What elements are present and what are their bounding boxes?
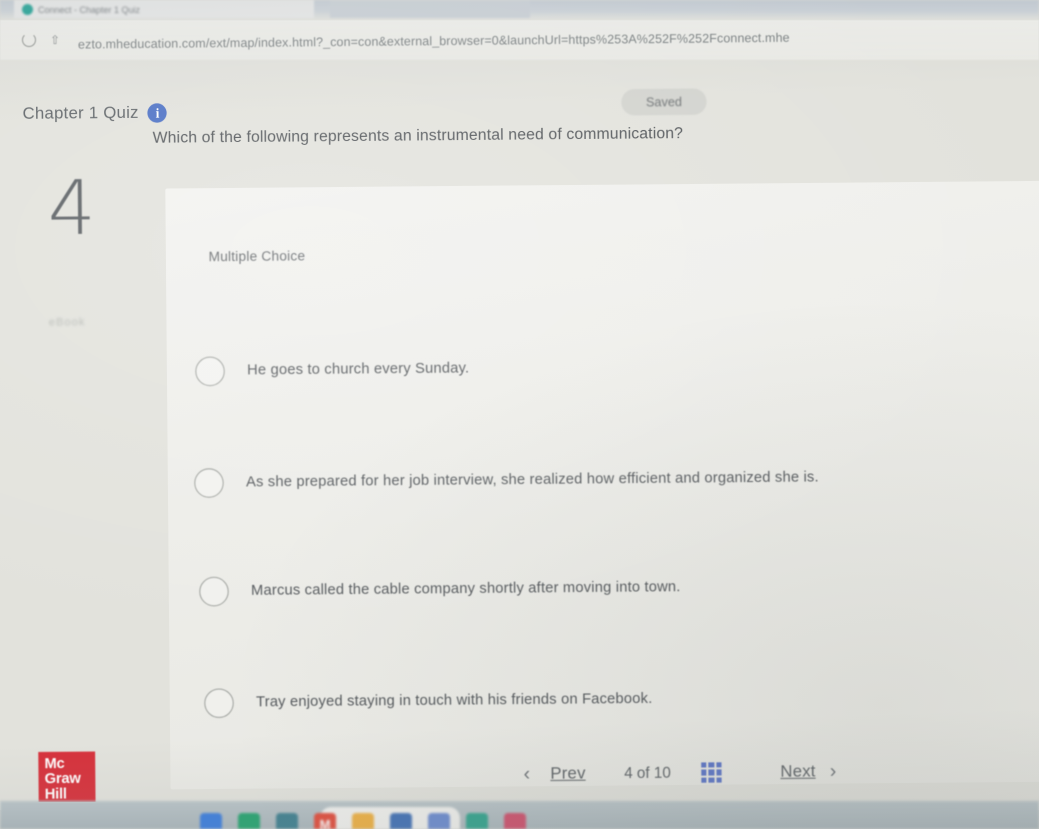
chrome-icon[interactable] — [200, 813, 222, 829]
pagination-controls: ‹ Prev 4 of 10 Next › — [523, 750, 929, 794]
choice-label: He goes to church every Sunday. — [247, 360, 470, 379]
page-title: Chapter 1 Quiz — [22, 103, 139, 123]
briefcase-icon[interactable] — [276, 813, 298, 829]
radio-icon[interactable] — [195, 356, 225, 386]
next-button[interactable]: Next — [780, 762, 815, 782]
next-chevron-icon[interactable]: › — [830, 761, 837, 782]
url-text[interactable]: ezto.mheducation.com/ext/map/index.html?… — [78, 28, 1029, 52]
prev-button[interactable]: Prev — [550, 764, 585, 784]
browser-tab[interactable]: Connect - Chapter 1 Quiz — [14, 0, 314, 18]
radio-icon[interactable] — [194, 467, 224, 498]
logo-line-1: Mc — [44, 755, 65, 773]
tab-title: Connect - Chapter 1 Quiz — [38, 5, 141, 15]
page-counter: 4 of 10 — [624, 764, 671, 782]
gmail-icon[interactable]: M — [314, 813, 336, 829]
ebook-link[interactable]: eBook — [49, 316, 86, 329]
info-icon[interactable]: i — [147, 103, 168, 123]
tab-favicon-icon — [22, 4, 33, 15]
share-icon[interactable]: ⇧ — [50, 33, 64, 47]
logo-line-2: Graw — [44, 770, 81, 788]
opera-icon[interactable] — [390, 813, 412, 829]
choice-label: Tray enjoyed staying in touch with his f… — [255, 690, 653, 711]
drive-icon[interactable] — [238, 813, 260, 829]
screen-photo: Connect - Chapter 1 Quiz ⇧ ezto.mheducat… — [0, 0, 1039, 829]
choice-option-4[interactable]: Tray enjoyed staying in touch with his f… — [204, 670, 1039, 728]
logo-line-3: Hill — [44, 785, 67, 802]
question-type-label: Multiple Choice — [208, 248, 306, 265]
choice-option-2[interactable]: As she prepared for her job interview, s… — [194, 450, 1037, 508]
taskbar-icon-list: M — [200, 807, 526, 829]
grid-view-icon[interactable] — [701, 762, 722, 783]
choice-label: Marcus called the cable company shortly … — [250, 578, 681, 599]
music-icon[interactable] — [504, 813, 526, 829]
question-number: 4 — [47, 164, 96, 253]
store-icon[interactable] — [428, 813, 450, 829]
quiz-page: Chapter 1 Quiz i Saved 4 eBook Which of … — [0, 60, 1039, 802]
os-taskbar: M — [0, 801, 1039, 829]
next-group[interactable]: Next › — [780, 761, 837, 782]
folder-icon[interactable] — [352, 813, 374, 829]
browser-tab-inactive[interactable] — [330, 0, 530, 18]
quiz-title-group: Chapter 1 Quiz i — [22, 103, 168, 124]
radio-icon[interactable] — [199, 576, 229, 606]
choice-option-3[interactable]: Marcus called the cable company shortly … — [199, 559, 1039, 617]
camera-icon[interactable] — [466, 813, 488, 829]
radio-icon[interactable] — [204, 687, 234, 718]
quiz-footer: Mc Graw Hill ‹ Prev 4 of 10 Next › — [0, 741, 1039, 802]
browser-tab-strip: Connect - Chapter 1 Quiz — [0, 0, 1039, 20]
choice-option-1[interactable]: He goes to church every Sunday. — [195, 338, 1038, 396]
reload-icon[interactable] — [22, 33, 36, 47]
browser-url-bar[interactable]: ⇧ ezto.mheducation.com/ext/map/index.htm… — [0, 20, 1039, 60]
prev-chevron-icon[interactable]: ‹ — [524, 763, 531, 784]
mcgraw-hill-logo: Mc Graw Hill — [38, 751, 96, 802]
status-badge-saved: Saved — [621, 88, 707, 116]
choice-label: As she prepared for her job interview, s… — [245, 469, 819, 491]
